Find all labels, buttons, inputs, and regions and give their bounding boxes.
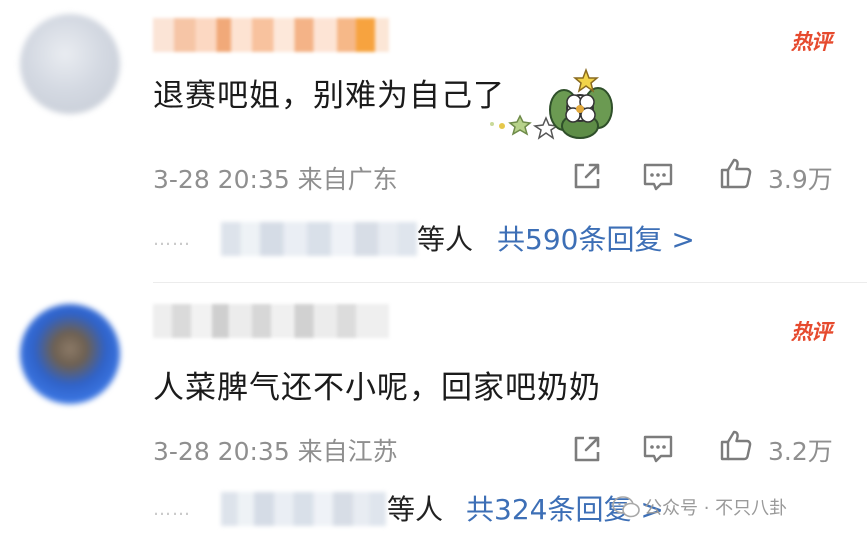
and-others-label: 等人: [387, 493, 444, 526]
replies-prefix: 共: [497, 223, 526, 256]
replier-names: ██████████: [221, 222, 417, 256]
avatar[interactable]: [20, 14, 120, 114]
thumbs-up-icon[interactable]: [719, 156, 753, 190]
comment-item: ██████████ 热评 退赛吧姐，别难为自己了 3-28 20:35 来自广…: [0, 0, 867, 282]
comment-icon[interactable]: [641, 432, 675, 466]
like-count: 3.2万: [768, 437, 833, 466]
username[interactable]: ██████████: [153, 304, 389, 338]
comment-text: 退赛吧姐，别难为自己了: [153, 78, 505, 114]
watermark-text: 公众号 · 不只八卦: [644, 498, 788, 519]
comment-time-location: 3-28 20:35 来自江苏: [153, 437, 398, 466]
replies-suffix: 条回复 >: [578, 223, 695, 256]
wechat-icon: [612, 496, 640, 518]
comment-text: 人菜脾气还不小呢，回家吧奶奶: [153, 370, 601, 406]
avatar[interactable]: [20, 304, 120, 404]
share-icon[interactable]: [570, 432, 604, 466]
watermark: 公众号 · 不只八卦: [612, 494, 787, 520]
replier-names: ████████: [221, 492, 386, 526]
comment-time-location: 3-28 20:35 来自广东: [153, 165, 398, 194]
and-others-label: 等人: [417, 223, 474, 256]
thumbs-up-icon[interactable]: [719, 428, 753, 462]
hot-comment-badge: 热评: [791, 30, 832, 54]
like-count: 3.9万: [768, 165, 833, 194]
view-replies-link[interactable]: 共590条回复 >: [497, 220, 695, 260]
replies-prefix: 共: [466, 493, 495, 526]
replies-summary[interactable]: …… ██████████ 等人 共590条回复 >: [153, 220, 853, 260]
username[interactable]: ██████████: [153, 18, 389, 52]
reply-count: 590: [525, 223, 579, 256]
share-icon[interactable]: [570, 159, 604, 193]
flower-sticker-icon: [490, 67, 613, 140]
comment-icon[interactable]: [641, 160, 675, 194]
ellipsis: ……: [153, 229, 191, 250]
ellipsis: ……: [153, 499, 191, 520]
reply-count: 324: [494, 493, 548, 526]
hot-comment-badge: 热评: [791, 320, 832, 344]
